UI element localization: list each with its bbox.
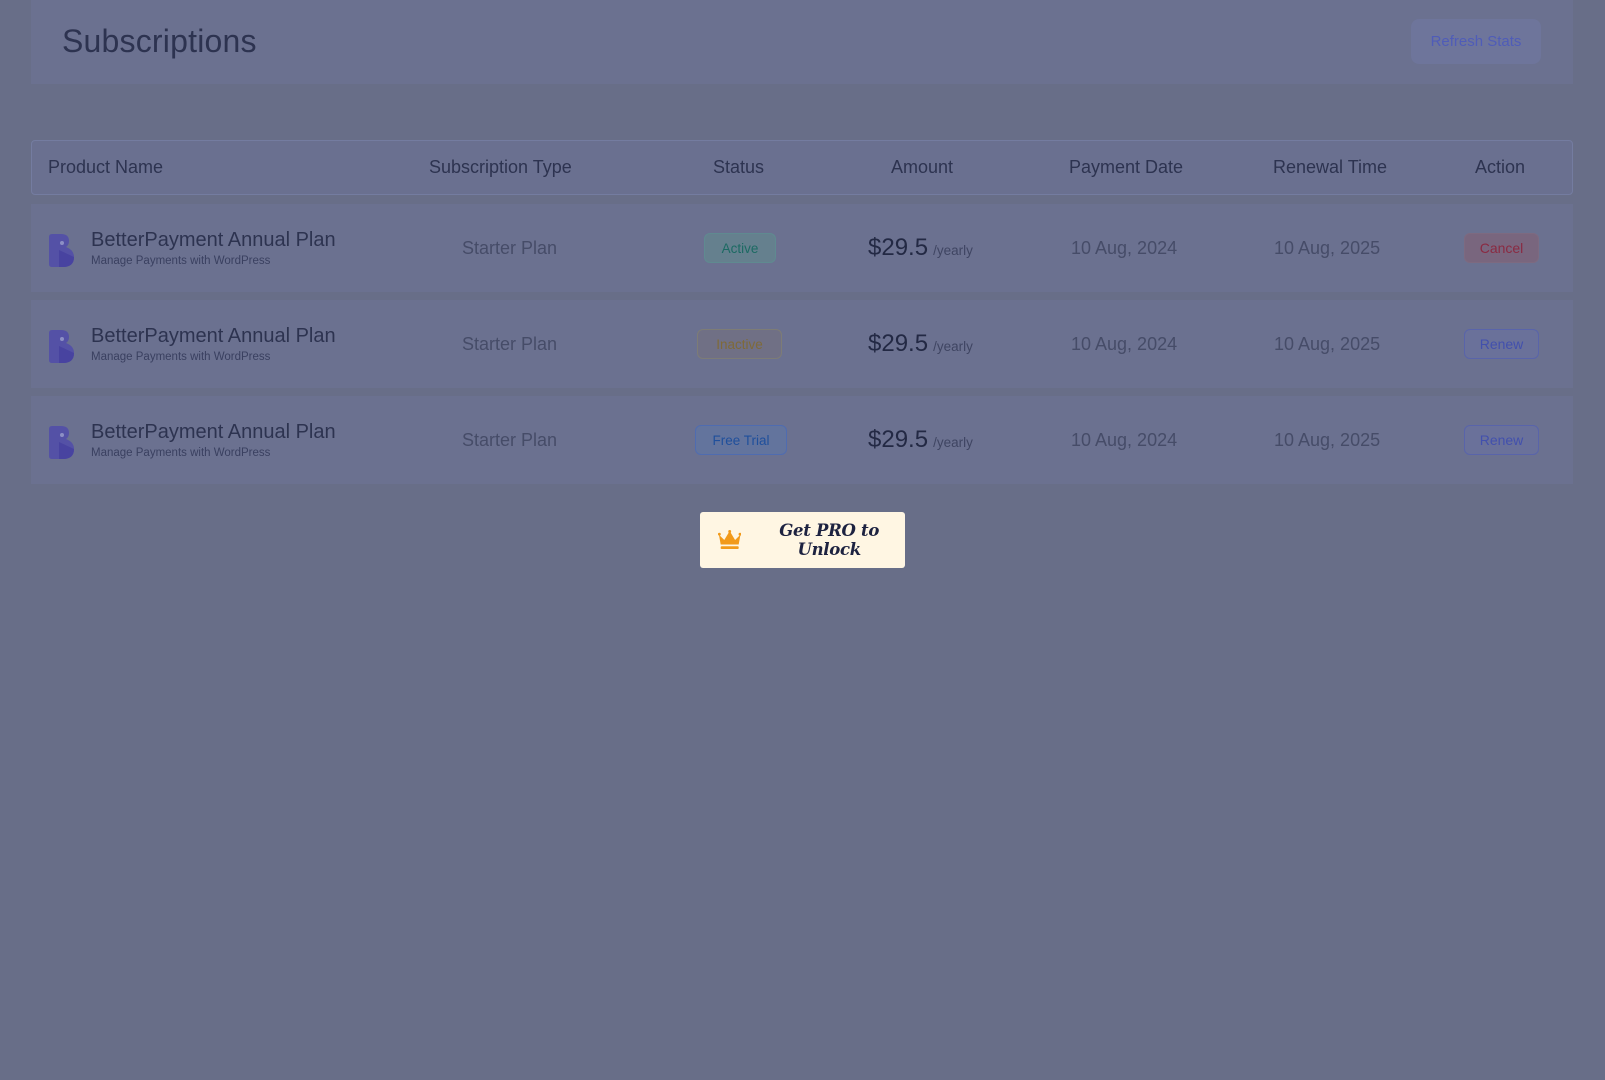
status-cell: Free Trial (695, 396, 787, 484)
status-badge: Inactive (697, 329, 782, 359)
get-pro-button[interactable]: Get PRO to Unlock (700, 512, 905, 568)
subscriptions-table: Product Name Subscription Type Status Am… (31, 140, 1573, 484)
table-row: BetterPayment Annual Plan Manage Payment… (31, 300, 1573, 388)
subscription-type: Starter Plan (462, 333, 558, 354)
renewal-time: 10 Aug, 2025 (1274, 429, 1381, 450)
subscription-type-cell: Starter Plan (462, 204, 557, 292)
product-logo-icon (49, 330, 74, 363)
product-name: BetterPayment Annual Plan (91, 421, 336, 443)
amount-cell: $29.5 /yearly (868, 396, 973, 484)
product-subtitle: Manage Payments with WordPress (91, 255, 271, 267)
renewal-time-cell: 10 Aug, 2025 (1274, 396, 1380, 484)
status-badge: Free Trial (695, 425, 787, 455)
product-logo-icon (49, 426, 74, 459)
get-pro-label: Get PRO to Unlock (779, 521, 880, 559)
table-row: BetterPayment Annual Plan Manage Payment… (31, 396, 1573, 484)
amount-period: /yearly (933, 243, 973, 258)
column-header-product-name: Product Name (48, 157, 164, 177)
table-header: Product Name Subscription Type Status Am… (31, 140, 1573, 195)
amount-value: $29.5 (868, 234, 929, 261)
amount-value: $29.5 (868, 330, 929, 357)
product-subtitle: Manage Payments with WordPress (91, 351, 271, 363)
column-header-payment-date: Payment Date (1069, 157, 1184, 177)
subscription-type: Starter Plan (462, 429, 558, 450)
status-badge: Active (704, 233, 776, 263)
renewal-time: 10 Aug, 2025 (1274, 333, 1381, 354)
product-logo-icon (49, 234, 74, 267)
renewal-time: 10 Aug, 2025 (1274, 237, 1381, 258)
table-row: BetterPayment Annual Plan Manage Payment… (31, 204, 1573, 292)
amount-period: /yearly (933, 435, 973, 450)
product-name: BetterPayment Annual Plan (91, 229, 336, 251)
payment-date: 10 Aug, 2024 (1071, 237, 1178, 258)
product-info: BetterPayment Annual Plan Manage Payment… (91, 324, 336, 363)
product-subtitle: Manage Payments with WordPress (91, 447, 271, 459)
page-header: Subscriptions Refresh Stats (31, 0, 1573, 84)
payment-date-cell: 10 Aug, 2024 (1071, 300, 1177, 388)
payment-date: 10 Aug, 2024 (1071, 333, 1178, 354)
action-cell: Renew (1464, 300, 1539, 388)
column-header-subscription-type: Subscription Type (429, 157, 572, 177)
renew-button[interactable]: Renew (1464, 329, 1539, 359)
action-cell: Renew (1464, 396, 1539, 484)
subscription-type: Starter Plan (462, 237, 558, 258)
cancel-button[interactable]: Cancel (1464, 233, 1539, 263)
subscription-type-cell: Starter Plan (462, 396, 557, 484)
action-cell: Cancel (1464, 204, 1539, 292)
column-header-status: Status (713, 157, 765, 177)
status-cell: Active (704, 204, 776, 292)
amount-value: $29.5 (868, 426, 929, 453)
amount-cell: $29.5 /yearly (868, 204, 973, 292)
page: Subscriptions Refresh Stats Product Name… (0, 0, 1605, 1080)
column-header-amount: Amount (891, 157, 954, 177)
renewal-time-cell: 10 Aug, 2025 (1274, 204, 1380, 292)
crown-icon (718, 530, 742, 549)
product-info: BetterPayment Annual Plan Manage Payment… (91, 420, 336, 459)
subscription-type-cell: Starter Plan (462, 300, 557, 388)
payment-date: 10 Aug, 2024 (1071, 429, 1178, 450)
product-name: BetterPayment Annual Plan (91, 325, 336, 347)
status-cell: Inactive (697, 300, 782, 388)
page-title: Subscriptions (62, 22, 257, 59)
payment-date-cell: 10 Aug, 2024 (1071, 204, 1177, 292)
amount-cell: $29.5 /yearly (868, 300, 973, 388)
payment-date-cell: 10 Aug, 2024 (1071, 396, 1177, 484)
product-info: BetterPayment Annual Plan Manage Payment… (91, 228, 336, 267)
renewal-time-cell: 10 Aug, 2025 (1274, 300, 1380, 388)
refresh-stats-button[interactable]: Refresh Stats (1411, 18, 1541, 64)
column-header-renewal-time: Renewal Time (1273, 157, 1388, 177)
amount-period: /yearly (933, 339, 973, 354)
column-header-action: Action (1475, 157, 1526, 177)
renew-button[interactable]: Renew (1464, 425, 1539, 455)
